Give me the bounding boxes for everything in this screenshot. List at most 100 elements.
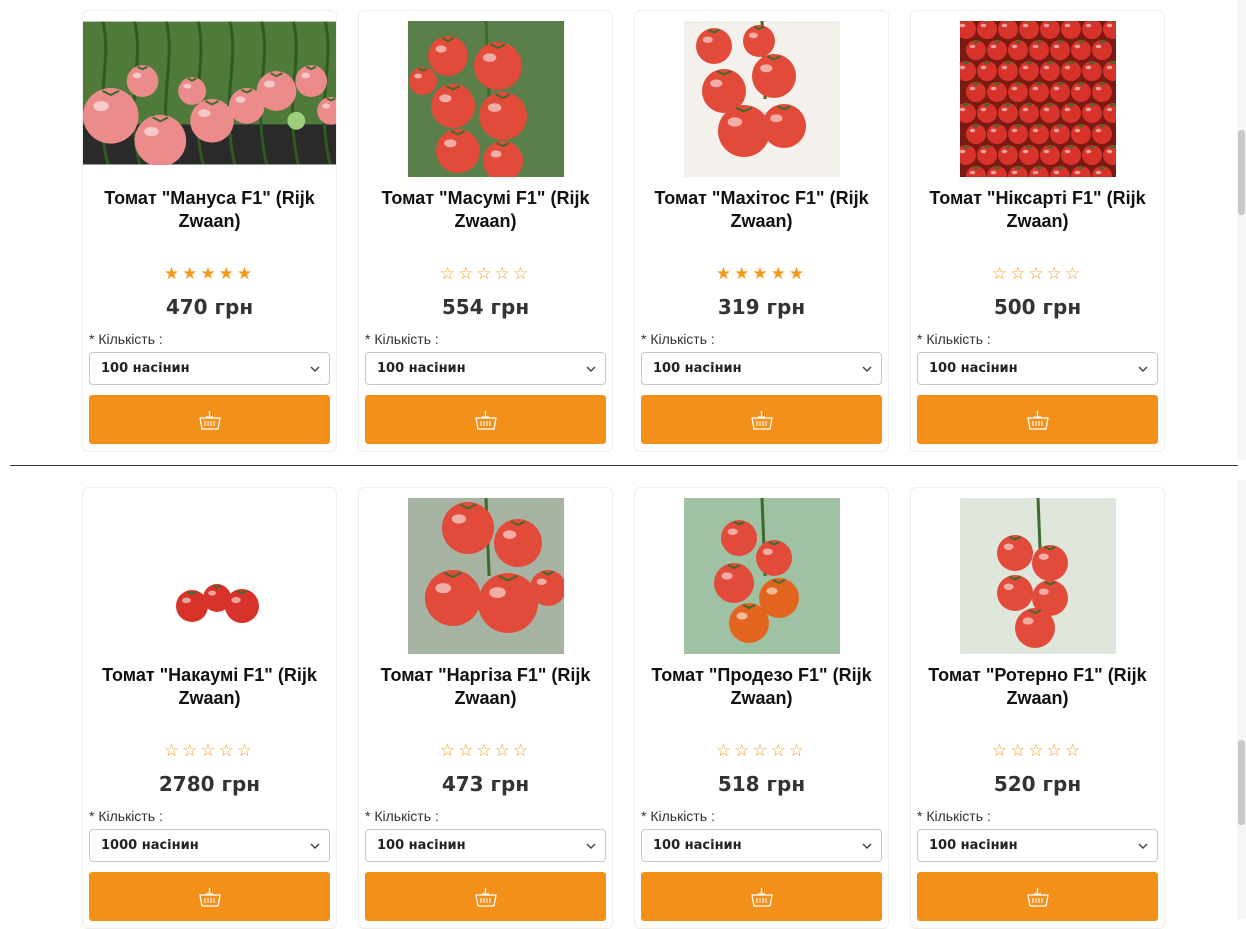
product-title[interactable]: Томат "Махітос F1" (Rijk Zwaan) bbox=[643, 187, 880, 243]
product-price: 470 грн bbox=[165, 295, 254, 319]
product-image[interactable] bbox=[359, 498, 612, 654]
section-divider bbox=[10, 465, 1238, 466]
add-to-cart-button[interactable] bbox=[89, 395, 330, 444]
quantity-label: * Кількість : bbox=[89, 331, 163, 347]
product-card: Томат "Ніксарті F1" (Rijk Zwaan) ☆☆☆☆☆ 5… bbox=[910, 10, 1165, 452]
basket-icon bbox=[1026, 887, 1049, 907]
product-card: Томат "Продезо F1" (Rijk Zwaan) ☆☆☆☆☆ 51… bbox=[634, 487, 889, 929]
star-empty-icon: ☆ bbox=[476, 741, 495, 760]
quantity-select-value: 100 насінин bbox=[101, 361, 190, 376]
quantity-select[interactable]: 100 насінин bbox=[89, 352, 330, 385]
star-empty-icon: ☆ bbox=[788, 741, 808, 760]
tomato-greenhouse-truss-photo bbox=[959, 498, 1116, 654]
add-to-cart-button[interactable] bbox=[917, 395, 1158, 444]
basket-icon bbox=[198, 887, 221, 907]
quantity-select[interactable]: 100 насінин bbox=[641, 352, 882, 385]
product-image[interactable] bbox=[83, 21, 336, 177]
product-card: Томат "Махітос F1" (Rijk Zwaan) ★★★★★ 31… bbox=[634, 10, 889, 452]
quantity-label: * Кількість : bbox=[365, 808, 439, 824]
tomato-vine-large-photo bbox=[407, 498, 564, 654]
add-to-cart-button[interactable] bbox=[641, 872, 882, 921]
add-to-cart-button[interactable] bbox=[89, 872, 330, 921]
quantity-select-value: 100 насінин bbox=[377, 838, 466, 853]
rating-stars: ☆☆☆☆☆ bbox=[359, 741, 612, 761]
product-title[interactable]: Томат "Ніксарті F1" (Rijk Zwaan) bbox=[919, 187, 1156, 243]
product-title[interactable]: Томат "Мануса F1" (Rijk Zwaan) bbox=[91, 187, 328, 243]
star-filled-icon: ★ bbox=[770, 264, 789, 283]
product-image[interactable] bbox=[911, 21, 1164, 177]
product-price: 473 грн bbox=[441, 772, 530, 796]
quantity-select[interactable]: 100 насінин bbox=[365, 829, 606, 862]
scrollbar-bottom[interactable] bbox=[1237, 480, 1246, 919]
quantity-select[interactable]: 1000 насінин bbox=[89, 829, 330, 862]
star-empty-icon: ☆ bbox=[182, 741, 201, 760]
star-filled-icon: ★ bbox=[715, 264, 735, 283]
scrollbar-thumb-bottom[interactable] bbox=[1238, 740, 1245, 825]
chevron-down-icon bbox=[586, 366, 596, 373]
star-empty-icon: ☆ bbox=[458, 264, 477, 283]
product-price: 554 грн bbox=[441, 295, 530, 319]
scrollbar-thumb-top[interactable] bbox=[1238, 130, 1245, 215]
product-title[interactable]: Томат "Масумі F1" (Rijk Zwaan) bbox=[367, 187, 604, 243]
quantity-label: * Кількість : bbox=[365, 331, 439, 347]
quantity-label: * Кількість : bbox=[89, 808, 163, 824]
star-empty-icon: ☆ bbox=[494, 264, 513, 283]
star-empty-icon: ☆ bbox=[512, 741, 532, 760]
star-empty-icon: ☆ bbox=[200, 741, 219, 760]
quantity-select[interactable]: 100 насінин bbox=[365, 352, 606, 385]
product-card: Томат "Накаумі F1" (Rijk Zwaan) ☆☆☆☆☆ 27… bbox=[82, 487, 337, 929]
chevron-down-icon bbox=[586, 843, 596, 850]
quantity-select-value: 100 насінин bbox=[653, 361, 742, 376]
add-to-cart-button[interactable] bbox=[365, 872, 606, 921]
product-price: 2780 грн bbox=[158, 772, 261, 796]
scrollbar-top[interactable] bbox=[1237, 0, 1246, 460]
basket-icon bbox=[474, 410, 497, 430]
rating-stars: ☆☆☆☆☆ bbox=[83, 741, 336, 761]
star-empty-icon: ☆ bbox=[1010, 264, 1029, 283]
quantity-select-value: 100 насінин bbox=[377, 361, 466, 376]
tomato-cluster-hand-photo bbox=[683, 21, 840, 177]
add-to-cart-button[interactable] bbox=[365, 395, 606, 444]
product-title[interactable]: Томат "Продезо F1" (Rijk Zwaan) bbox=[643, 664, 880, 720]
star-empty-icon: ☆ bbox=[439, 264, 459, 283]
product-title[interactable]: Томат "Ротерно F1" (Rijk Zwaan) bbox=[919, 664, 1156, 720]
product-price: 518 грн bbox=[717, 772, 806, 796]
quantity-label: * Кількість : bbox=[917, 808, 991, 824]
product-card: Томат "Наргіза F1" (Rijk Zwaan) ☆☆☆☆☆ 47… bbox=[358, 487, 613, 929]
star-empty-icon: ☆ bbox=[458, 741, 477, 760]
product-image[interactable] bbox=[359, 21, 612, 177]
product-image[interactable] bbox=[635, 21, 888, 177]
star-empty-icon: ☆ bbox=[439, 741, 459, 760]
rating-stars: ☆☆☆☆☆ bbox=[911, 264, 1164, 284]
rating-stars: ★★★★★ bbox=[83, 264, 336, 284]
product-image[interactable] bbox=[911, 498, 1164, 654]
quantity-label: * Кількість : bbox=[641, 808, 715, 824]
star-filled-icon: ★ bbox=[734, 264, 753, 283]
star-filled-icon: ★ bbox=[236, 264, 256, 283]
rating-stars: ★★★★★ bbox=[635, 264, 888, 284]
quantity-select[interactable]: 100 насінин bbox=[641, 829, 882, 862]
add-to-cart-button[interactable] bbox=[641, 395, 882, 444]
product-title[interactable]: Томат "Накаумі F1" (Rijk Zwaan) bbox=[91, 664, 328, 720]
chevron-down-icon bbox=[1138, 843, 1148, 850]
rating-stars: ☆☆☆☆☆ bbox=[911, 741, 1164, 761]
product-image[interactable] bbox=[83, 498, 336, 654]
quantity-select-value: 1000 насінин bbox=[101, 838, 199, 853]
tomato-cluster-photo bbox=[407, 21, 564, 177]
product-price: 500 грн bbox=[993, 295, 1082, 319]
star-empty-icon: ☆ bbox=[1028, 264, 1047, 283]
add-to-cart-button[interactable] bbox=[917, 872, 1158, 921]
quantity-select[interactable]: 100 насінин bbox=[917, 352, 1158, 385]
chevron-down-icon bbox=[1138, 366, 1148, 373]
star-empty-icon: ☆ bbox=[1064, 264, 1084, 283]
star-filled-icon: ★ bbox=[163, 264, 183, 283]
product-card: Томат "Ротерно F1" (Rijk Zwaan) ☆☆☆☆☆ 52… bbox=[910, 487, 1165, 929]
star-empty-icon: ☆ bbox=[1046, 741, 1065, 760]
star-empty-icon: ☆ bbox=[715, 741, 735, 760]
product-title[interactable]: Томат "Наргіза F1" (Rijk Zwaan) bbox=[367, 664, 604, 720]
quantity-select[interactable]: 100 насінин bbox=[917, 829, 1158, 862]
product-image[interactable] bbox=[635, 498, 888, 654]
star-empty-icon: ☆ bbox=[752, 741, 771, 760]
product-price: 520 грн bbox=[993, 772, 1082, 796]
chevron-down-icon bbox=[310, 366, 320, 373]
